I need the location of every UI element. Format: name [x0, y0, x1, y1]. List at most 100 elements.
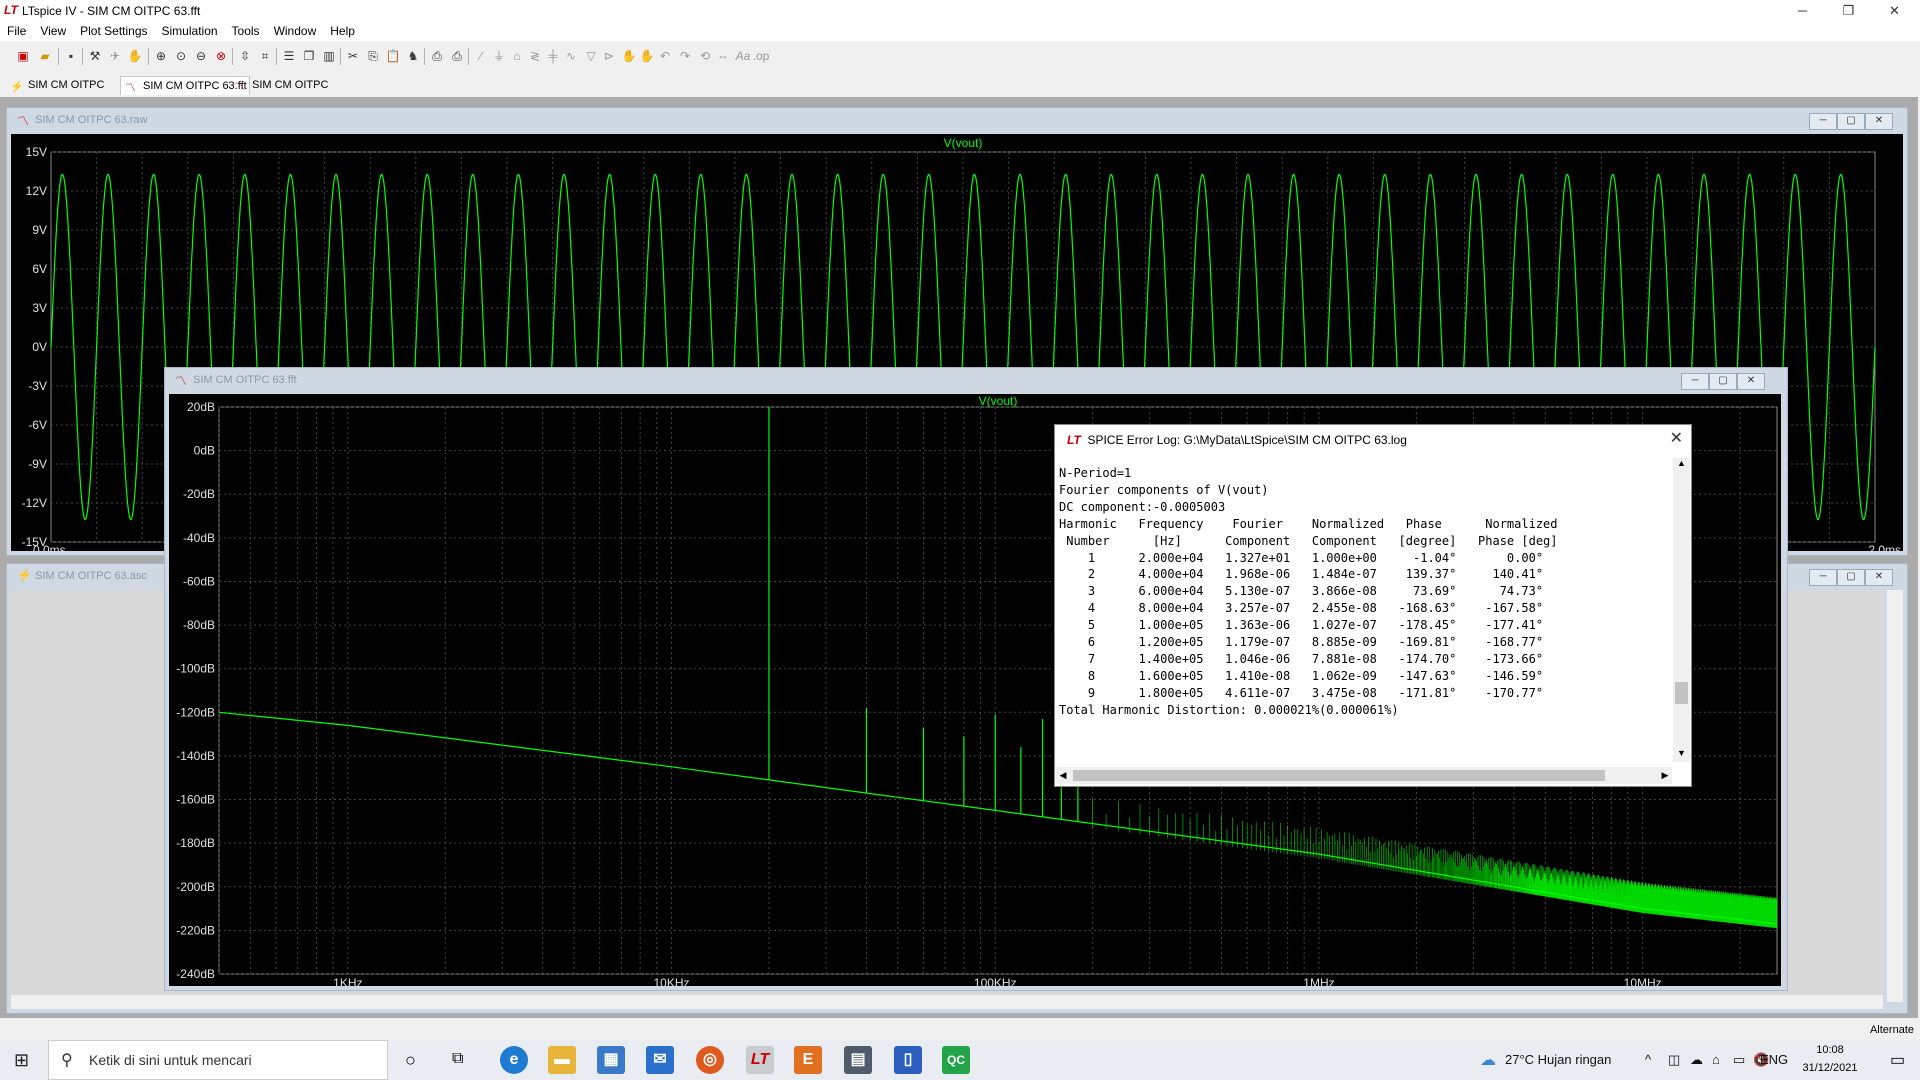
fft-maximize-button[interactable]: ▢: [1709, 373, 1737, 390]
close-icon[interactable]: ✕: [1670, 428, 1683, 448]
tile-horizontally-icon[interactable]: ☰: [280, 47, 298, 65]
tile-vertically-icon[interactable]: ▥: [320, 47, 338, 65]
ltspice-taskbar-icon[interactable]: LT: [746, 1046, 774, 1074]
edge-browser-icon[interactable]: e: [500, 1046, 528, 1074]
zoom-full-icon[interactable]: ⊙: [172, 47, 190, 65]
find-icon[interactable]: ♞: [404, 47, 422, 65]
meet-now-icon[interactable]: ◫: [1668, 1040, 1680, 1080]
log-text[interactable]: N-Period=1 Fourier components of V(vout) D…: [1059, 465, 1669, 763]
mark-unmark-icon[interactable]: ⌗: [256, 47, 274, 65]
word-doc-icon[interactable]: ▯: [894, 1046, 922, 1074]
raw-window-titlebar[interactable]: 〽 SIM CM OITPC 63.raw ─ ▢ ✕: [7, 108, 1907, 132]
scroll-left-arrow-icon[interactable]: ◀: [1056, 767, 1070, 784]
asc-horizontal-scrollbar[interactable]: [11, 995, 1883, 1009]
calculator-icon[interactable]: ▤: [844, 1046, 872, 1074]
mail-icon[interactable]: ✉: [646, 1046, 674, 1074]
app-e-icon[interactable]: E: [794, 1046, 822, 1074]
network-icon[interactable]: ⌂: [1712, 1040, 1720, 1080]
capacitor-icon[interactable]: ╪: [544, 47, 562, 65]
notification-icon[interactable]: ▭: [1890, 1050, 1905, 1070]
store-icon[interactable]: ▦: [597, 1046, 625, 1074]
raw-close-button[interactable]: ✕: [1865, 113, 1893, 130]
cut-icon[interactable]: ✂: [344, 47, 362, 65]
resistor-icon[interactable]: ≷: [526, 47, 544, 65]
log-horizontal-scrollbar[interactable]: ◀ ▶: [1056, 767, 1672, 784]
redo-icon[interactable]: ↷: [676, 47, 694, 65]
language-indicator[interactable]: ENG: [1760, 1040, 1788, 1080]
minimize-button[interactable]: ─: [1780, 0, 1825, 22]
harmonic-comb: [1092, 798, 1778, 929]
cortana-icon[interactable]: ○: [405, 1050, 416, 1071]
run-icon[interactable]: ✈: [106, 47, 124, 65]
menu-tools[interactable]: Tools: [225, 22, 267, 38]
asc-close-button[interactable]: ✕: [1865, 569, 1893, 586]
chevron-up-icon[interactable]: ^: [1645, 1040, 1651, 1080]
taskbar-search-box[interactable]: ⚲ Ketik di sini untuk mencari: [48, 1040, 388, 1080]
menu-simulation[interactable]: Simulation: [155, 22, 225, 38]
autorange-icon[interactable]: ⇳: [236, 47, 254, 65]
weather-text[interactable]: 27°C Hujan ringan: [1505, 1040, 1611, 1080]
close-button[interactable]: ✕: [1872, 0, 1917, 22]
log-hscroll-thumb[interactable]: [1073, 770, 1605, 781]
rotate-icon[interactable]: ⟲: [696, 47, 714, 65]
app-orange-icon[interactable]: ◎: [696, 1046, 724, 1074]
restore-button[interactable]: ❐: [1826, 0, 1871, 22]
file-explorer-icon[interactable]: ▬: [548, 1046, 576, 1074]
menu-view[interactable]: View: [33, 22, 73, 38]
menu-file[interactable]: File: [0, 22, 33, 38]
menu-plot-settings[interactable]: Plot Settings: [73, 22, 154, 38]
cascade-icon[interactable]: ❐: [300, 47, 318, 65]
asc-minimize-button[interactable]: ─: [1809, 569, 1837, 586]
zoom-cancel-icon[interactable]: ⊗: [212, 47, 230, 65]
qc-app-icon[interactable]: QC: [942, 1046, 970, 1074]
onedrive-icon[interactable]: ☁: [1690, 1040, 1703, 1080]
raw-minimize-button[interactable]: ─: [1809, 113, 1837, 130]
task-view-icon[interactable]: ⧉: [452, 1050, 463, 1068]
x-tick-label: 10MHz: [1624, 976, 1662, 986]
clock-date[interactable]: 31/12/2021: [1800, 1062, 1860, 1074]
zoom-in-icon[interactable]: ⊕: [152, 47, 170, 65]
halt-icon[interactable]: ✋: [126, 47, 144, 65]
mirror-icon[interactable]: ⇔: [714, 47, 732, 65]
component-icon[interactable]: ⊳: [600, 47, 618, 65]
new-schematic-icon[interactable]: ▣: [14, 47, 32, 65]
copy-icon[interactable]: ⎘: [364, 47, 382, 65]
save-icon[interactable]: ▪: [62, 47, 80, 65]
inductor-icon[interactable]: ∿: [562, 47, 580, 65]
tab-asc[interactable]: ⚡SIM CM OITPC 63.asc: [6, 76, 138, 109]
text-icon[interactable]: Aa: [734, 47, 752, 65]
fft-window-titlebar[interactable]: 〽 SIM CM OITPC 63.fft ─ ▢ ✕: [165, 368, 1787, 392]
paste-icon[interactable]: 📋: [384, 47, 402, 65]
title-bar: LT LTspice IV - SIM CM OITPC 63.fft ─ ❐ …: [0, 0, 1920, 22]
asc-vertical-scrollbar[interactable]: [1887, 590, 1903, 1002]
tab-raw[interactable]: 〽SIM CM OITPC 63.raw: [230, 76, 364, 109]
log-vertical-scrollbar[interactable]: ▲ ▼: [1673, 458, 1690, 762]
label-icon[interactable]: ⌂: [508, 47, 526, 65]
windows-start-icon[interactable]: ⊞: [14, 1050, 29, 1071]
diode-icon[interactable]: ▽: [582, 47, 600, 65]
scroll-right-arrow-icon[interactable]: ▶: [1658, 767, 1672, 784]
menu-help[interactable]: Help: [323, 22, 362, 38]
asc-maximize-button[interactable]: ▢: [1837, 569, 1865, 586]
spice-directive-icon[interactable]: .op: [752, 47, 770, 65]
battery-icon[interactable]: ▭: [1733, 1040, 1745, 1080]
spice-error-log-window[interactable]: LT SPICE Error Log: G:\MyData\LtSpice\SI…: [1054, 424, 1692, 787]
scroll-up-arrow-icon[interactable]: ▲: [1673, 458, 1690, 472]
undo-icon[interactable]: ↶: [656, 47, 674, 65]
control-panel-icon[interactable]: ⚒: [86, 47, 104, 65]
print-setup-icon[interactable]: ⎙: [448, 47, 466, 65]
drag-icon[interactable]: ✋: [638, 47, 656, 65]
move-icon[interactable]: ✋: [620, 47, 638, 65]
ground-icon[interactable]: ⏚: [490, 47, 508, 65]
raw-maximize-button[interactable]: ▢: [1837, 113, 1865, 130]
fft-minimize-button[interactable]: ─: [1681, 373, 1709, 390]
wire-icon[interactable]: ∕: [472, 47, 490, 65]
fft-close-button[interactable]: ✕: [1737, 373, 1765, 390]
scroll-down-arrow-icon[interactable]: ▼: [1673, 748, 1690, 762]
clock-time[interactable]: 10:08: [1800, 1044, 1860, 1056]
log-vscroll-thumb[interactable]: [1675, 682, 1688, 704]
zoom-out-icon[interactable]: ⊖: [192, 47, 210, 65]
print-icon[interactable]: ⎙: [428, 47, 446, 65]
open-icon[interactable]: ▰: [36, 47, 54, 65]
menu-window[interactable]: Window: [267, 22, 324, 38]
